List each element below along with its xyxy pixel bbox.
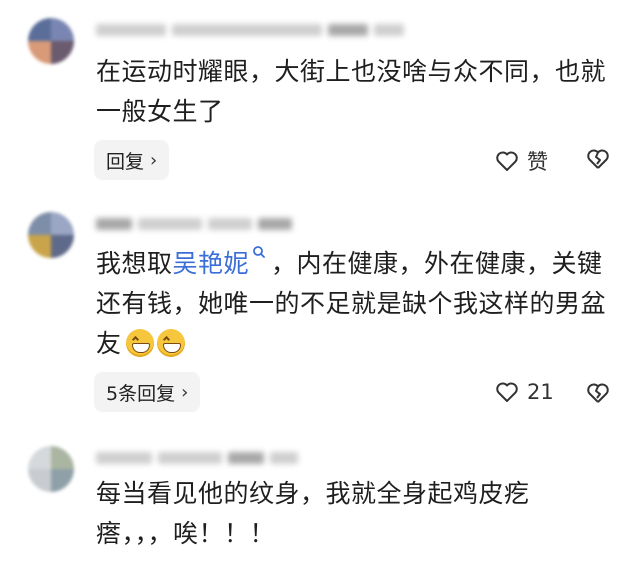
reply-button[interactable]: 回复 › bbox=[94, 140, 170, 180]
comment-text: 在运动时耀眼，大街上也没啥与众不同，也就一般女生了 bbox=[96, 57, 607, 126]
avatar[interactable] bbox=[28, 18, 74, 64]
view-replies-button[interactable]: 5条回复 › bbox=[94, 372, 201, 412]
username-redacted bbox=[96, 216, 292, 232]
like-button[interactable]: 赞 bbox=[495, 146, 548, 176]
chevron-right-icon: › bbox=[181, 381, 189, 403]
heart-outline-icon bbox=[496, 151, 518, 171]
reply-label: 回复 bbox=[106, 150, 145, 173]
chevron-right-icon: › bbox=[150, 149, 158, 171]
like-count: 21 bbox=[527, 380, 554, 404]
broken-heart-icon bbox=[587, 149, 609, 169]
broken-heart-icon bbox=[587, 383, 609, 403]
dislike-button[interactable] bbox=[586, 382, 610, 408]
like-button[interactable]: 21 bbox=[495, 380, 554, 404]
search-icon bbox=[253, 246, 265, 258]
avatar[interactable] bbox=[28, 446, 74, 492]
grin-emoji-icon bbox=[156, 329, 185, 357]
reply-count-label: 5条回复 bbox=[106, 382, 176, 405]
comment-text: 每当看见他的纹身，我就全身起鸡皮疙瘩，，，唉！！！ bbox=[96, 479, 530, 548]
comment-text: 我想取吴艳妮 ，内在健康，外在健康，关键还有钱，她唯一的不足就是缺个我这样的男盆友 bbox=[96, 244, 608, 364]
mention-link[interactable]: 吴艳妮 bbox=[173, 249, 250, 278]
username-redacted bbox=[96, 22, 404, 38]
like-label: 赞 bbox=[527, 150, 548, 174]
grin-emoji-icon bbox=[125, 329, 154, 357]
username-redacted bbox=[96, 450, 298, 466]
dislike-button[interactable] bbox=[586, 148, 610, 174]
heart-outline-icon bbox=[496, 382, 518, 402]
avatar[interactable] bbox=[28, 212, 74, 258]
comment-text-part: 我想取 bbox=[96, 249, 173, 278]
